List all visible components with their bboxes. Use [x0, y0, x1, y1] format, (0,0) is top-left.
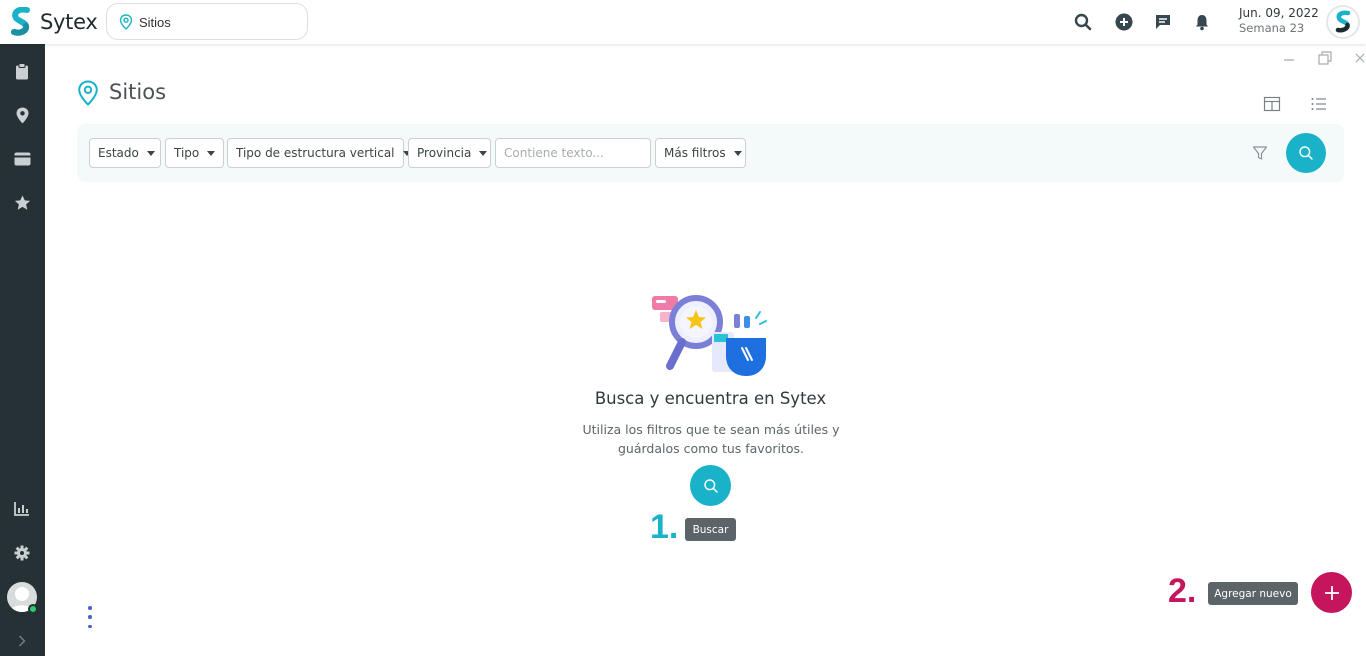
add-circle-icon[interactable]: [1113, 11, 1135, 33]
current-week: Semana 23: [1239, 21, 1305, 35]
list-view-icon[interactable]: [1310, 96, 1328, 112]
search-icon: [1299, 146, 1313, 160]
top-bar: Sytex Jun. 09, 2022 Semana 23: [0, 0, 1366, 44]
map-pin-icon: [78, 80, 98, 106]
search-icon: [703, 478, 718, 493]
filter-tipo-dropdown[interactable]: Tipo: [165, 138, 224, 168]
current-date: Jun. 09, 2022: [1239, 6, 1319, 20]
gear-icon[interactable]: [11, 542, 33, 564]
plus-icon: [1324, 585, 1339, 600]
more-filters-label: Más filtros: [664, 146, 726, 160]
user-avatar[interactable]: [1326, 5, 1360, 39]
table-view-icon[interactable]: [1263, 96, 1281, 112]
location-icon[interactable]: [11, 104, 33, 126]
filter-provincia-dropdown[interactable]: Provincia: [408, 138, 491, 168]
sytex-logo-icon: [1335, 10, 1351, 33]
apply-search-button[interactable]: [1286, 133, 1326, 173]
map-pin-icon: [119, 14, 133, 30]
brand-name: Sytex: [40, 10, 98, 34]
global-search-input[interactable]: [139, 12, 299, 32]
empty-state-description: Utiliza los filtros que te sean más útil…: [582, 422, 840, 456]
clipboard-icon[interactable]: [11, 60, 33, 82]
funnel-icon[interactable]: [1252, 145, 1268, 161]
empty-state-title: Busca y encuentra en Sytex: [594, 389, 827, 408]
caret-down-icon: [207, 150, 216, 156]
star-icon[interactable]: [11, 192, 33, 214]
filter-label: Estado: [98, 146, 139, 160]
filter-label: Tipo de estructura vertical: [236, 146, 395, 160]
step-1-label: 1.: [650, 508, 679, 546]
minimize-icon[interactable]: [1281, 50, 1297, 66]
restore-icon[interactable]: [1317, 50, 1333, 66]
search-tooltip: Buscar: [685, 518, 736, 541]
online-status-dot: [28, 604, 38, 614]
search-icon[interactable]: [1072, 11, 1094, 33]
close-icon[interactable]: [1352, 50, 1366, 66]
caret-down-icon: [146, 150, 155, 156]
filter-label: Tipo: [174, 146, 200, 160]
sidebar: [0, 44, 45, 656]
date-display: Jun. 09, 2022 Semana 23: [1239, 6, 1319, 36]
search-illustration: [652, 295, 767, 376]
filter-label: Provincia: [417, 146, 472, 160]
more-options-icon[interactable]: [85, 606, 95, 628]
bell-icon[interactable]: [1191, 11, 1213, 33]
text-filter-input[interactable]: [495, 138, 651, 168]
filter-estado-dropdown[interactable]: Estado: [89, 138, 161, 168]
wallet-icon[interactable]: [11, 148, 33, 170]
filter-bar: Estado Tipo Tipo de estructura vertical …: [77, 124, 1344, 182]
sytex-logo-icon[interactable]: [10, 7, 32, 37]
caret-down-icon: [479, 150, 488, 156]
search-button[interactable]: [690, 465, 731, 506]
chevron-right-icon[interactable]: [11, 630, 33, 652]
caret-down-icon: [733, 150, 742, 156]
filter-estructura-dropdown[interactable]: Tipo de estructura vertical: [227, 138, 411, 168]
step-2-label: 2.: [1168, 572, 1197, 610]
add-new-tooltip: Agregar nuevo: [1208, 582, 1298, 605]
more-filters-dropdown[interactable]: Más filtros: [655, 138, 746, 168]
chart-icon[interactable]: [11, 498, 33, 520]
chat-icon[interactable]: [1152, 11, 1174, 33]
global-search[interactable]: [106, 3, 308, 40]
add-new-button[interactable]: [1311, 572, 1352, 613]
page-title: Sitios: [109, 80, 167, 104]
